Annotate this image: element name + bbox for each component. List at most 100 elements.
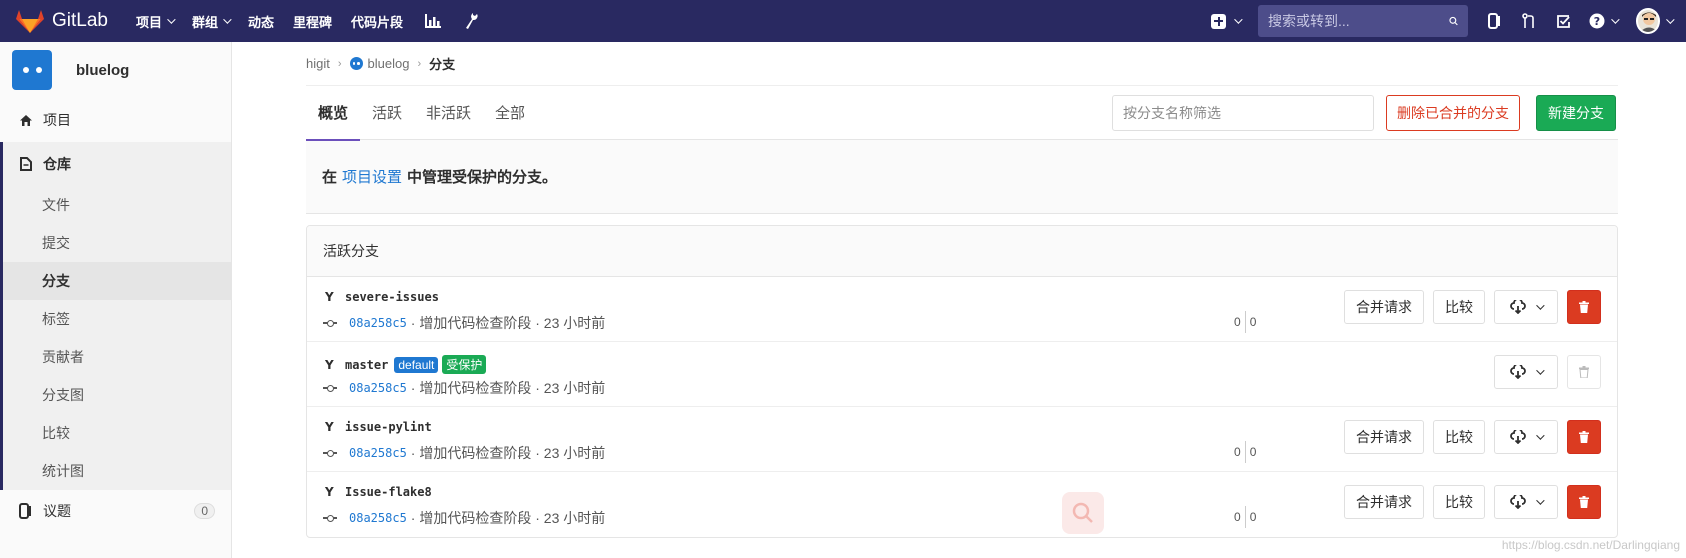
download-button[interactable] [1494, 485, 1558, 519]
cloud-download-icon [1510, 495, 1526, 509]
sidebar-item-issues[interactable]: 议题 0 [0, 490, 231, 532]
compare-button[interactable]: 比较 [1433, 485, 1485, 519]
brand[interactable]: GitLab [16, 0, 108, 42]
sidebar-group-repository: 仓库 文件 提交 分支 标签 贡献者 分支图 比较 统计图 [0, 142, 231, 490]
tab-stale[interactable]: 非活跃 [424, 86, 473, 140]
sidebar-sub-contributors[interactable]: 贡献者 [3, 338, 231, 376]
nav-projects-label: 项目 [135, 14, 162, 30]
user-menu[interactable] [1632, 8, 1675, 34]
sidebar-sub-files[interactable]: 文件 [3, 186, 231, 224]
chart-icon[interactable] [422, 10, 444, 32]
top-nav: 项目 群组 动态 里程碑 代码片段 [136, 0, 498, 42]
info-prefix: 在 [322, 169, 338, 186]
merge-request-button[interactable]: 合并请求 [1344, 290, 1424, 324]
branch-icon: Y [325, 357, 334, 372]
nav-projects[interactable]: 项目 [135, 12, 176, 31]
sidebar-item-project[interactable]: 项目 [0, 98, 231, 142]
ahead-count: 0 [1249, 315, 1257, 329]
cloud-download-icon [1510, 430, 1526, 444]
issues-icon[interactable] [1484, 10, 1506, 32]
delete-branch-button[interactable] [1567, 485, 1601, 519]
chevron-down-icon [1536, 431, 1545, 440]
delete-merged-branches-button[interactable]: 删除已合并的分支 [1386, 95, 1520, 131]
behind-count: 0 [1234, 315, 1241, 329]
tab-all[interactable]: 全部 [493, 86, 527, 140]
commit-message: · 增加代码检查阶段 · 23 小时前 [410, 510, 606, 526]
chevron-down-icon [1536, 301, 1545, 310]
branch-name-link[interactable]: severe-issues [345, 290, 439, 304]
commit-sha-link[interactable]: 08a258c5 [349, 446, 407, 460]
sidebar-sub-graph[interactable]: 分支图 [3, 376, 231, 414]
commit-sha-link[interactable]: 08a258c5 [349, 316, 407, 330]
sidebar-sub-charts[interactable]: 统计图 [3, 452, 231, 490]
delete-branch-button[interactable] [1567, 290, 1601, 324]
commit-sha-link[interactable]: 08a258c5 [349, 381, 407, 395]
branch-actions [1485, 355, 1601, 389]
branch-filter[interactable] [1112, 95, 1374, 131]
project-name: bluelog [76, 61, 130, 79]
project-settings-link[interactable]: 项目设置 [342, 166, 402, 187]
sidebar-item-repository[interactable]: 仓库 [3, 142, 231, 186]
merge-request-button[interactable]: 合并请求 [1344, 420, 1424, 454]
commit-sha-link[interactable]: 08a258c5 [349, 511, 407, 525]
protected-badge: 受保护 [442, 355, 487, 374]
active-branches-card: 活跃分支 Y severe-issues 08a258c5 · 增加代码检查阶段… [306, 225, 1618, 538]
breadcrumb-project[interactable]: bluelog [368, 56, 410, 71]
branch-name-link[interactable]: issue-pylint [345, 420, 432, 434]
download-button[interactable] [1494, 355, 1558, 389]
delete-branch-button[interactable] [1567, 420, 1601, 454]
branch-actions: 合并请求 比较 [1335, 420, 1601, 454]
behind-count: 0 [1234, 445, 1241, 459]
nav-groups[interactable]: 群组 [192, 12, 232, 31]
nav-activity[interactable]: 动态 [248, 12, 274, 31]
sidebar-item-label: 项目 [43, 112, 71, 128]
todo-icon[interactable] [1552, 10, 1574, 32]
divergence-graph: 00 [1234, 311, 1256, 333]
commit-icon [323, 513, 337, 523]
new-dropdown[interactable] [1211, 13, 1243, 29]
breadcrumb-group[interactable]: higit [306, 56, 330, 71]
sidebar-sub-commits[interactable]: 提交 [3, 224, 231, 262]
new-branch-button[interactable]: 新建分支 [1536, 95, 1616, 131]
trash-icon [1579, 366, 1589, 378]
branch-actions: 合并请求 比较 [1335, 485, 1601, 519]
wrench-icon[interactable] [460, 10, 482, 32]
chevron-down-icon [1536, 366, 1545, 375]
global-search-input[interactable] [1268, 13, 1449, 29]
help-icon[interactable]: ? [1586, 10, 1620, 32]
sidebar-sub-branches[interactable]: 分支 [3, 262, 231, 300]
chevron-right-icon: › [337, 57, 342, 70]
tab-overview[interactable]: 概览 [305, 86, 361, 141]
plus-square-icon [1211, 13, 1226, 29]
sidebar-item-label: 仓库 [43, 156, 71, 172]
download-button[interactable] [1494, 290, 1558, 324]
branch-name-link[interactable]: Issue-flake8 [345, 485, 432, 499]
sidebar-project-header[interactable]: bluelog [0, 42, 231, 98]
sidebar-sub-tags[interactable]: 标签 [3, 300, 231, 338]
sidebar-item-label: 议题 [43, 503, 71, 519]
commit-icon [323, 383, 337, 393]
gitlab-logo-icon [16, 10, 44, 33]
sidebar-sub-compare[interactable]: 比较 [3, 414, 231, 452]
trash-icon [1579, 431, 1589, 443]
compare-button[interactable]: 比较 [1433, 290, 1485, 324]
branch-name-link[interactable]: master [345, 358, 388, 372]
merge-request-icon[interactable] [1518, 10, 1540, 32]
download-button[interactable] [1494, 420, 1558, 454]
tab-active[interactable]: 活跃 [370, 86, 404, 140]
avatar [1636, 8, 1661, 34]
chevron-down-icon [223, 15, 232, 24]
top-navbar: GitLab 项目 群组 动态 里程碑 代码片段 搜索或转到... ? [0, 0, 1686, 42]
search-icon [1449, 16, 1458, 26]
breadcrumb-current[interactable]: 分支 [429, 54, 455, 73]
nav-milestones[interactable]: 里程碑 [293, 12, 332, 31]
commit-message: · 增加代码检查阶段 · 23 小时前 [410, 445, 606, 461]
branch-name: Y master default 受保护 [325, 355, 487, 374]
global-search[interactable] [1258, 5, 1468, 37]
nav-snippets[interactable]: 代码片段 [351, 12, 403, 31]
compare-button[interactable]: 比较 [1433, 420, 1485, 454]
floating-search-icon[interactable] [1062, 492, 1104, 534]
issues-count-badge: 0 [194, 503, 215, 519]
merge-request-button[interactable]: 合并请求 [1344, 485, 1424, 519]
branch-filter-input[interactable] [1123, 105, 1363, 121]
